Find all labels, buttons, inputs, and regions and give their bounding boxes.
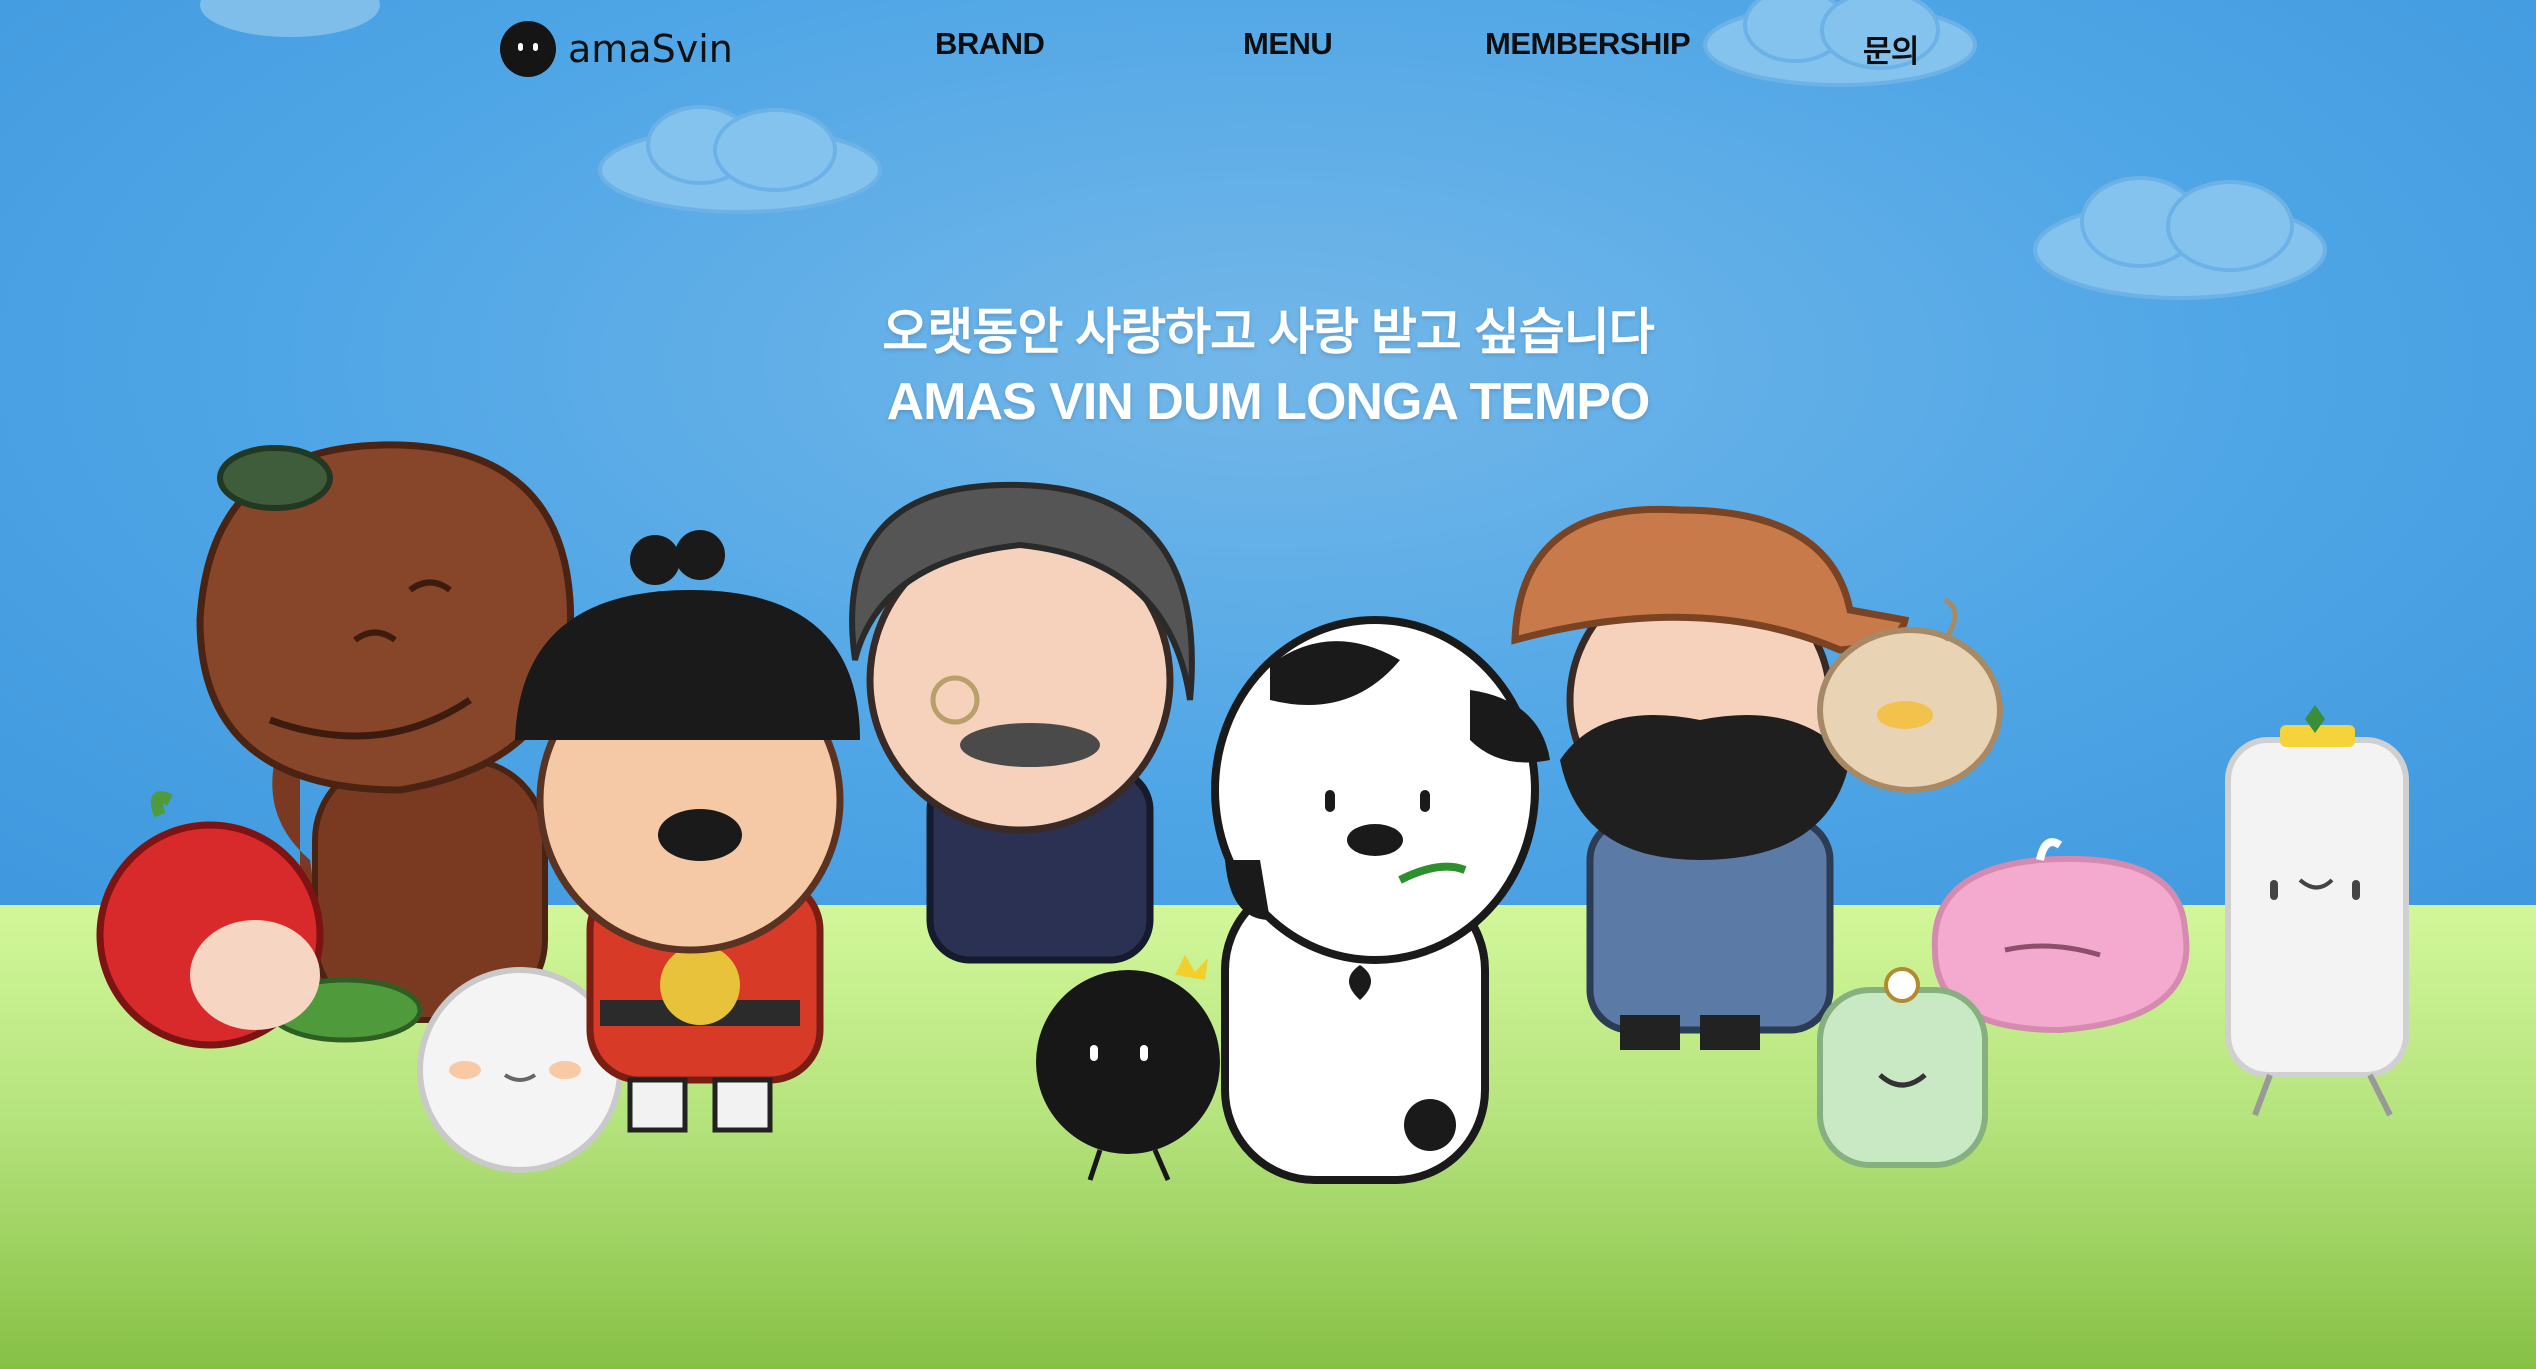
cow-character bbox=[1211, 616, 1550, 1184]
mascot-characters bbox=[96, 441, 2409, 1184]
gentleman-character bbox=[849, 481, 1195, 964]
jelly-character bbox=[1931, 838, 2190, 1034]
milk-bottle-character bbox=[2225, 705, 2409, 1117]
bomb-character bbox=[1036, 955, 1220, 1181]
farmer-character bbox=[1511, 505, 1910, 1050]
mint-character bbox=[1817, 967, 1988, 1168]
